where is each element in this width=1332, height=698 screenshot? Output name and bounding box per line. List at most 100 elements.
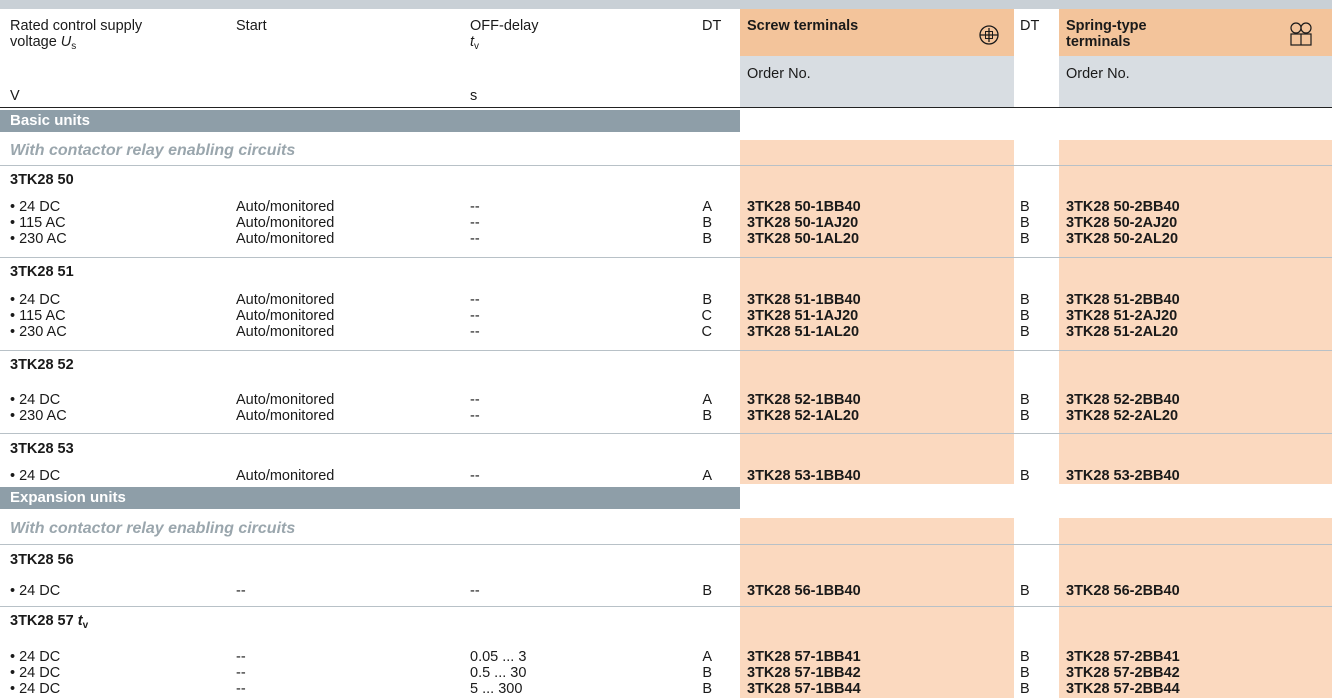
voltage-cell: • 230 AC	[10, 408, 67, 424]
group-3tk2853: 3TK28 53	[10, 441, 74, 457]
section-basic-units: Basic units	[0, 110, 740, 132]
start-cell: Auto/monitored	[236, 308, 335, 324]
dt-spring-cell: B	[1020, 583, 1030, 599]
spring-order-cell: 3TK28 50-2BB40	[1066, 199, 1180, 215]
dt-screw-cell: B	[702, 665, 712, 681]
row-separator	[0, 606, 1332, 607]
spring-order-cell: 3TK28 57-2BB41	[1066, 649, 1180, 665]
spring-order-cell: 3TK28 52-2BB40	[1066, 392, 1180, 408]
voltage-cell: • 230 AC	[10, 324, 67, 340]
group-3tk2856: 3TK28 56	[10, 552, 74, 568]
group-3tk2850: 3TK28 50	[10, 172, 74, 188]
screw-order-cell: 3TK28 50-1AL20	[747, 231, 860, 247]
voltage-subscript: s	[71, 41, 77, 52]
table-row: • 115 AC Auto/monitored -- C 3TK28 51-1A…	[0, 308, 1332, 324]
dt-spring-cell: B	[1020, 408, 1030, 424]
offdelay-cell: --	[470, 392, 480, 408]
voltage-cell: • 115 AC	[10, 215, 66, 231]
spring-order-cell: 3TK28 51-2BB40	[1066, 292, 1180, 308]
screw-order-cell: 3TK28 51-1AL20	[747, 324, 860, 340]
dt-screw-cell: C	[701, 324, 712, 340]
table-row: • 230 AC Auto/monitored -- B 3TK28 50-1A…	[0, 231, 1332, 247]
screw-order-cell: 3TK28 50-1BB40	[747, 199, 861, 215]
table-row: • 24 DC -- -- B 3TK28 56-1BB40 B 3TK28 5…	[0, 583, 1332, 599]
voltage-cell: • 230 AC	[10, 231, 67, 247]
start-cell: --	[236, 583, 246, 599]
voltage-cell: • 24 DC	[10, 681, 61, 697]
voltage-header: Rated control supply voltage Us	[10, 18, 142, 55]
screw-order-cell: 3TK28 51-1AJ20	[747, 308, 859, 324]
order-table: Rated control supply voltage Us V Start …	[0, 0, 1332, 698]
table-row: • 24 DC -- 5 ... 300 B 3TK28 57-1BB44 B …	[0, 681, 1332, 697]
start-cell: Auto/monitored	[236, 324, 335, 340]
group-3tk2851: 3TK28 51	[10, 264, 74, 280]
table-row: • 24 DC Auto/monitored -- B 3TK28 51-1BB…	[0, 292, 1332, 308]
start-cell: Auto/monitored	[236, 392, 335, 408]
row-separator	[0, 544, 1332, 545]
dt-spring-cell: B	[1020, 324, 1030, 340]
start-cell: --	[236, 649, 246, 665]
start-header: Start	[236, 18, 267, 34]
dt-screw-cell: B	[702, 231, 712, 247]
spring-order-no: Order No.	[1066, 66, 1130, 82]
dt-screw-cell: A	[702, 468, 712, 484]
table-row: • 115 AC Auto/monitored -- B 3TK28 50-1A…	[0, 215, 1332, 231]
dt-spring-cell: B	[1020, 308, 1030, 324]
dt-screw-cell: B	[702, 292, 712, 308]
dt-header-screw: DT	[702, 18, 722, 34]
voltage-cell: • 24 DC	[10, 665, 61, 681]
group-3tk2852: 3TK28 52	[10, 357, 74, 373]
screw-order-cell: 3TK28 57-1BB41	[747, 649, 861, 665]
voltage-cell: • 24 DC	[10, 468, 61, 484]
screw-order-cell: 3TK28 53-1BB40	[747, 468, 861, 484]
table-row: • 24 DC Auto/monitored -- A 3TK28 52-1BB…	[0, 392, 1332, 408]
dt-screw-cell: C	[701, 308, 712, 324]
spring-order-cell: 3TK28 50-2AL20	[1066, 231, 1179, 247]
voltage-header-line1: Rated control supply	[10, 18, 143, 34]
dt-screw-cell: A	[702, 392, 712, 408]
dt-screw-cell: A	[702, 199, 712, 215]
screw-terminal-icon	[979, 25, 999, 45]
screw-order-no: Order No.	[747, 66, 811, 82]
voltage-cell: • 24 DC	[10, 583, 61, 599]
voltage-symbol: U	[60, 34, 72, 50]
spring-order-cell: 3TK28 56-2BB40	[1066, 583, 1180, 599]
group-3tk2857-text: 3TK28 57	[10, 613, 78, 629]
voltage-cell: • 24 DC	[10, 392, 61, 408]
start-cell: Auto/monitored	[236, 215, 335, 231]
screw-order-cell: 3TK28 56-1BB40	[747, 583, 861, 599]
start-cell: Auto/monitored	[236, 292, 335, 308]
start-cell: Auto/monitored	[236, 231, 335, 247]
dt-screw-cell: B	[702, 583, 712, 599]
offdelay-cell: --	[470, 308, 480, 324]
row-separator	[0, 165, 1332, 166]
spring-order-cell: 3TK28 57-2BB42	[1066, 665, 1180, 681]
offdelay-cell: 0.5 ... 30	[470, 665, 527, 681]
voltage-cell: • 24 DC	[10, 292, 61, 308]
spring-order-cell: 3TK28 57-2BB44	[1066, 681, 1180, 697]
dt-spring-cell: B	[1020, 468, 1030, 484]
voltage-unit: V	[10, 88, 20, 104]
table-row: • 230 AC Auto/monitored -- C 3TK28 51-1A…	[0, 324, 1332, 340]
start-cell: Auto/monitored	[236, 408, 335, 424]
dt-spring-cell: B	[1020, 649, 1030, 665]
dt-spring-cell: B	[1020, 292, 1030, 308]
voltage-header-line2: voltage Us	[10, 34, 142, 55]
table-row: • 24 DC Auto/monitored -- A 3TK28 53-1BB…	[0, 468, 1332, 484]
spring-order-cell: 3TK28 51-2AL20	[1066, 324, 1179, 340]
offdelay-cell: --	[470, 199, 480, 215]
table-row: • 24 DC -- 0.5 ... 30 B 3TK28 57-1BB42 B…	[0, 665, 1332, 681]
screw-order-cell: 3TK28 50-1AJ20	[747, 215, 859, 231]
screw-order-cell: 3TK28 52-1AL20	[747, 408, 860, 424]
dt-spring-cell: B	[1020, 231, 1030, 247]
row-separator	[0, 350, 1332, 351]
table-row: • 230 AC Auto/monitored -- B 3TK28 52-1A…	[0, 408, 1332, 424]
screw-order-cell: 3TK28 57-1BB44	[747, 681, 861, 697]
screw-order-cell: 3TK28 51-1BB40	[747, 292, 861, 308]
dt-screw-cell: B	[702, 408, 712, 424]
table-row: • 24 DC Auto/monitored -- A 3TK28 50-1BB…	[0, 199, 1332, 215]
offdelay-cell: --	[470, 324, 480, 340]
start-cell: --	[236, 665, 246, 681]
group-tv-subscript: v	[82, 620, 89, 631]
top-bar	[0, 0, 1332, 9]
